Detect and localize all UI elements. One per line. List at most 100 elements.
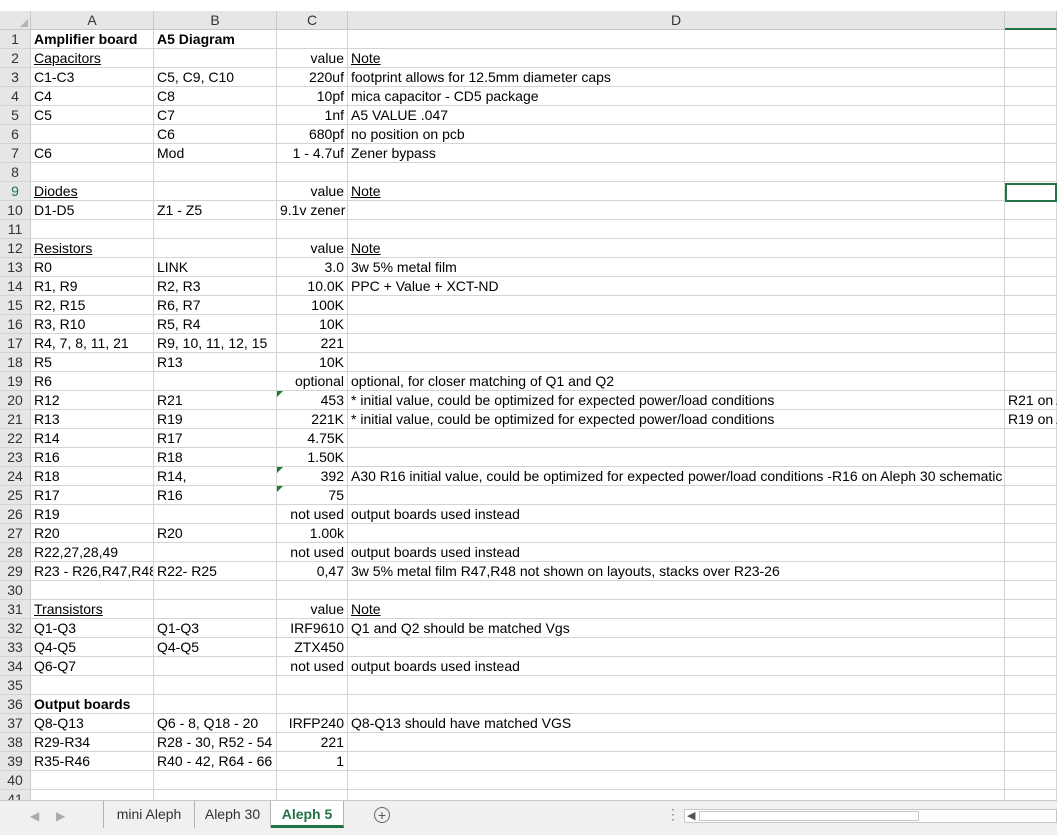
- cell-e[interactable]: [1005, 106, 1057, 125]
- cell-a[interactable]: [31, 163, 154, 182]
- cell-b[interactable]: [154, 239, 277, 258]
- cell-d[interactable]: [348, 448, 1005, 467]
- cell-a[interactable]: R2, R15: [31, 296, 154, 315]
- cell-a[interactable]: R13: [31, 410, 154, 429]
- cell-c[interactable]: [277, 220, 348, 239]
- cell-e[interactable]: [1005, 277, 1057, 296]
- cell-a[interactable]: R14: [31, 429, 154, 448]
- cell-e[interactable]: [1005, 220, 1057, 239]
- cell-c[interactable]: value: [277, 600, 348, 619]
- cell-c[interactable]: 1: [277, 752, 348, 771]
- cell-b[interactable]: Z1 - Z5: [154, 201, 277, 220]
- cell-b[interactable]: C7: [154, 106, 277, 125]
- row-header[interactable]: 4: [0, 87, 31, 106]
- row-header[interactable]: 36: [0, 695, 31, 714]
- cell-d[interactable]: [348, 220, 1005, 239]
- cell-c[interactable]: 0,47: [277, 562, 348, 581]
- cell-a[interactable]: D1-D5: [31, 201, 154, 220]
- row-header[interactable]: 3: [0, 68, 31, 87]
- row-header[interactable]: 21: [0, 410, 31, 429]
- cell-c[interactable]: [277, 695, 348, 714]
- cell-d[interactable]: Note: [348, 600, 1005, 619]
- tab-split-handle[interactable]: ⋮: [666, 807, 680, 821]
- column-header-b[interactable]: B: [154, 11, 277, 30]
- cell-c[interactable]: 3.0: [277, 258, 348, 277]
- cell-c[interactable]: [277, 676, 348, 695]
- cell-a[interactable]: R29-R34: [31, 733, 154, 752]
- cell-b[interactable]: [154, 600, 277, 619]
- cell-e[interactable]: [1005, 600, 1057, 619]
- cell-d[interactable]: [348, 30, 1005, 49]
- cell-b[interactable]: [154, 372, 277, 391]
- cell-e[interactable]: [1005, 790, 1057, 800]
- triangle-left-icon[interactable]: ◀: [687, 809, 695, 822]
- cell-e[interactable]: R19 on Aleph 30 schematic: [1005, 410, 1057, 429]
- cell-b[interactable]: R22- R25: [154, 562, 277, 581]
- horizontal-scrollbar[interactable]: ◀: [684, 809, 1057, 823]
- cell-b[interactable]: R40 - 42, R64 - 66: [154, 752, 277, 771]
- cell-c[interactable]: IRFP240: [277, 714, 348, 733]
- row-header[interactable]: 22: [0, 429, 31, 448]
- cell-a[interactable]: R0: [31, 258, 154, 277]
- cell-d[interactable]: 3w 5% metal film: [348, 258, 1005, 277]
- cell-a[interactable]: R17: [31, 486, 154, 505]
- cell-a[interactable]: R23 - R26,R47,R48: [31, 562, 154, 581]
- cell-a[interactable]: Transistors: [31, 600, 154, 619]
- row-header[interactable]: 32: [0, 619, 31, 638]
- cell-a[interactable]: Resistors: [31, 239, 154, 258]
- cell-d[interactable]: output boards used instead: [348, 657, 1005, 676]
- cell-c[interactable]: value: [277, 49, 348, 68]
- cell-e[interactable]: [1005, 638, 1057, 657]
- cell-d[interactable]: footprint allows for 12.5mm diameter cap…: [348, 68, 1005, 87]
- cell-a[interactable]: [31, 125, 154, 144]
- cell-b[interactable]: R14,: [154, 467, 277, 486]
- cell-c[interactable]: [277, 581, 348, 600]
- cell-b[interactable]: R18: [154, 448, 277, 467]
- cell-e[interactable]: [1005, 467, 1057, 486]
- cell-b[interactable]: R13: [154, 353, 277, 372]
- cell-a[interactable]: C4: [31, 87, 154, 106]
- cell-e[interactable]: [1005, 30, 1057, 49]
- cell-d[interactable]: [348, 695, 1005, 714]
- cell-e[interactable]: [1005, 315, 1057, 334]
- cell-b[interactable]: [154, 657, 277, 676]
- row-header[interactable]: 8: [0, 163, 31, 182]
- cell-a[interactable]: R12: [31, 391, 154, 410]
- cell-d[interactable]: Zener bypass: [348, 144, 1005, 163]
- cell-d[interactable]: [348, 581, 1005, 600]
- cell-d[interactable]: Q8-Q13 should have matched VGS: [348, 714, 1005, 733]
- cell-e[interactable]: [1005, 657, 1057, 676]
- cell-b[interactable]: [154, 49, 277, 68]
- cell-c[interactable]: 1 - 4.7uf: [277, 144, 348, 163]
- cell-c[interactable]: ZTX450: [277, 638, 348, 657]
- cell-d[interactable]: [348, 334, 1005, 353]
- cell-e[interactable]: [1005, 258, 1057, 277]
- cell-e[interactable]: [1005, 49, 1057, 68]
- cell-d[interactable]: output boards used instead: [348, 543, 1005, 562]
- cell-c[interactable]: 221: [277, 334, 348, 353]
- row-header[interactable]: 13: [0, 258, 31, 277]
- cell-b[interactable]: [154, 505, 277, 524]
- select-all-corner[interactable]: [0, 11, 31, 30]
- cell-e[interactable]: [1005, 239, 1057, 258]
- cell-d[interactable]: output boards used instead: [348, 505, 1005, 524]
- cell-e[interactable]: [1005, 144, 1057, 163]
- cell-a[interactable]: [31, 220, 154, 239]
- cell-a[interactable]: [31, 790, 154, 800]
- row-header[interactable]: 26: [0, 505, 31, 524]
- cell-a[interactable]: Q6-Q7: [31, 657, 154, 676]
- cell-d[interactable]: optional, for closer matching of Q1 and …: [348, 372, 1005, 391]
- cell-a[interactable]: R4, 7, 8, 11, 21: [31, 334, 154, 353]
- cell-d[interactable]: [348, 771, 1005, 790]
- row-header[interactable]: 24: [0, 467, 31, 486]
- cell-b[interactable]: C5, C9, C10: [154, 68, 277, 87]
- cell-c[interactable]: 221K: [277, 410, 348, 429]
- cell-d[interactable]: [348, 790, 1005, 800]
- column-header-a[interactable]: A: [31, 11, 154, 30]
- cell-e[interactable]: [1005, 68, 1057, 87]
- row-header[interactable]: 18: [0, 353, 31, 372]
- cell-d[interactable]: Q1 and Q2 should be matched Vgs: [348, 619, 1005, 638]
- cell-d[interactable]: [348, 201, 1005, 220]
- cell-b[interactable]: A5 Diagram: [154, 30, 277, 49]
- cell-c[interactable]: [277, 163, 348, 182]
